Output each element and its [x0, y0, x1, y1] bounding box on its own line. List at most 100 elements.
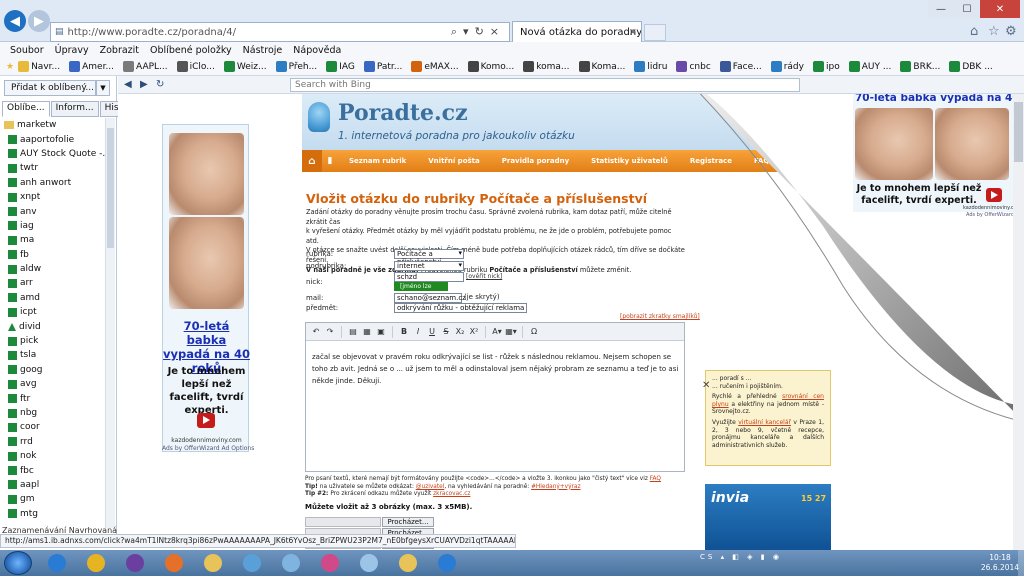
editor-tool-button[interactable]: X₂ [454, 326, 466, 338]
favorites-bar-item[interactable]: lidru [634, 61, 667, 72]
user-mention-link[interactable]: @uzivatel [416, 484, 445, 490]
editor-tool-button[interactable]: A▾ [491, 326, 503, 338]
gear-icon[interactable]: ⚙ [1005, 24, 1017, 39]
ad-headline[interactable]: 70-letá babka vypadá na 40 roků [855, 94, 1024, 104]
menu-item[interactable]: Nástroje [243, 45, 283, 56]
ad-left[interactable]: 70-letá babka vypadá na 40 roků Je to mn… [162, 124, 250, 452]
invia-banner[interactable]: invia 15 27 [705, 484, 831, 550]
editor-tool-button[interactable]: ▦▾ [505, 326, 517, 338]
refresh-icon[interactable]: ↻ [475, 25, 490, 38]
favorites-bar-item[interactable]: Přeh... [275, 61, 317, 72]
editor-tool-button[interactable]: ↶ [310, 326, 322, 338]
favorites-item[interactable]: tsla [2, 348, 106, 362]
faq-link[interactable]: FAQ [650, 476, 661, 482]
favorites-item[interactable]: coor [2, 420, 106, 434]
favorites-item[interactable]: anv [2, 204, 106, 218]
ad-options-label[interactable]: Ads by OfferWizard Ad Options [162, 445, 254, 452]
close-icon[interactable]: ✕ [702, 380, 710, 391]
bing-search-input[interactable] [290, 78, 800, 92]
chevron-down-icon[interactable]: ▼ [96, 80, 110, 96]
phone-icon[interactable]: ▮ [322, 156, 338, 166]
favorites-item[interactable]: ma [2, 233, 106, 247]
site-nav-item[interactable]: Vnitřní pošta [417, 157, 490, 165]
favorites-bar-item[interactable]: iClo... [176, 61, 215, 72]
favorites-item[interactable]: ftr [2, 391, 106, 405]
editor-tool-button[interactable]: U [426, 326, 438, 338]
window-maximize-button[interactable]: ☐ [954, 0, 980, 18]
favorites-item[interactable]: iag [2, 219, 106, 233]
site-nav-item[interactable]: Seznam rubrik [338, 157, 417, 165]
favorites-item[interactable]: xnpt [2, 190, 106, 204]
favorites-item[interactable]: nbg [2, 406, 106, 420]
taskbar-app-kingsoft[interactable] [157, 552, 191, 574]
window-close-button[interactable]: ✕ [980, 0, 1020, 18]
tab-close-icon[interactable]: × [629, 27, 637, 38]
taskbar-app-chrome[interactable] [79, 552, 113, 574]
forward-button[interactable]: ▶ [28, 10, 50, 32]
play-icon[interactable] [197, 413, 215, 428]
favorites-item[interactable]: amd [2, 291, 106, 305]
star-icon[interactable]: ☆ [988, 24, 1000, 39]
nick-input[interactable]: schzd [394, 272, 464, 282]
editor-tool-button[interactable]: ↷ [324, 326, 336, 338]
scrollbar-thumb[interactable] [1014, 102, 1023, 162]
menu-item[interactable]: Úpravy [55, 45, 89, 56]
menu-item[interactable]: Soubor [10, 45, 44, 56]
system-tray[interactable]: CS ▴ ◧ ◈ ▮ ◉ [700, 553, 782, 561]
editor-tool-button[interactable]: X² [468, 326, 480, 338]
scrollbar-thumb[interactable] [107, 128, 114, 248]
start-button[interactable] [4, 551, 32, 575]
favorites-item[interactable]: divid [2, 319, 106, 333]
menu-item[interactable]: Oblíbené položky [150, 45, 232, 56]
favorites-item[interactable]: aldw [2, 262, 106, 276]
menu-item[interactable]: Zobrazit [100, 45, 139, 56]
favorites-folder[interactable]: marketw [2, 118, 106, 132]
favorites-bar-item[interactable]: Weiz... [223, 61, 267, 72]
favorites-bar-item[interactable]: rády [770, 61, 804, 72]
clock[interactable]: 10:18 26.6.2014 [980, 553, 1020, 573]
favorites-item[interactable]: nok [2, 449, 106, 463]
home-icon[interactable]: ⌂ [970, 24, 978, 39]
taskbar-app-app6[interactable] [235, 552, 269, 574]
play-icon[interactable] [986, 188, 1002, 202]
new-tab-button[interactable] [644, 24, 666, 41]
taskbar-app-ie[interactable] [40, 552, 74, 574]
stop-icon[interactable]: × [490, 25, 505, 38]
search-icon[interactable]: ⌕▾ [451, 25, 475, 38]
menu-item[interactable]: Nápověda [293, 45, 341, 56]
favorites-bar-item[interactable]: ipo [812, 61, 840, 72]
favorites-bar-item[interactable]: Navr... [18, 61, 60, 72]
favorites-bar-item[interactable]: Amer... [69, 61, 114, 72]
favorites-bar-item[interactable]: Komo... [467, 61, 514, 72]
hashtag-search-link[interactable]: #Hledaný+výraz [531, 484, 580, 490]
ad-options-label[interactable]: Ads by OfferWizard [966, 212, 1014, 218]
favorites-item[interactable]: fbc [2, 463, 106, 477]
favorites-item[interactable]: arr [2, 276, 106, 290]
favorites-item[interactable]: mtg [2, 507, 106, 521]
editor-tool-button[interactable]: ▣ [375, 326, 387, 338]
favorites-bar-item[interactable]: koma... [523, 61, 570, 72]
taskbar-app-picasa[interactable] [313, 552, 347, 574]
favorites-bar-item[interactable]: IAG [326, 61, 355, 72]
favorites-bar-item[interactable]: DBK ... [949, 61, 993, 72]
site-logo[interactable]: Poradte.cz [338, 100, 468, 126]
ad-photo[interactable] [855, 108, 933, 180]
arrow-left-icon[interactable]: ◀ [124, 79, 132, 90]
editor-tool-button[interactable]: I [412, 326, 424, 338]
verify-nick-link[interactable]: [ověřit nick] [466, 273, 502, 280]
url-input[interactable]: ▤ http://www.poradte.cz/poradna/4/ ⌕▾↻× [50, 22, 510, 42]
favorites-item[interactable]: aapl [2, 478, 106, 492]
favorites-item[interactable]: fb [2, 248, 106, 262]
favorites-bar-item[interactable]: Koma... [578, 61, 625, 72]
ad-photo[interactable] [169, 133, 244, 215]
browse-button[interactable]: Procházet... [382, 517, 434, 527]
refresh-icon[interactable]: ↻ [156, 79, 164, 90]
shortener-link[interactable]: zkracovac.cz [433, 491, 470, 497]
back-button[interactable]: ◀ [4, 10, 26, 32]
taskbar-app-ie2[interactable] [430, 552, 464, 574]
editor-tool-button[interactable]: S [440, 326, 452, 338]
site-nav-item[interactable]: Pravidla poradny [491, 157, 580, 165]
ad-right[interactable]: 70-letá babka vypadá na 40 roků Je to mn… [853, 94, 1024, 212]
email-field[interactable]: schano@seznam.cz [394, 293, 466, 303]
url-tools[interactable]: ⌕▾↻× [451, 25, 505, 39]
